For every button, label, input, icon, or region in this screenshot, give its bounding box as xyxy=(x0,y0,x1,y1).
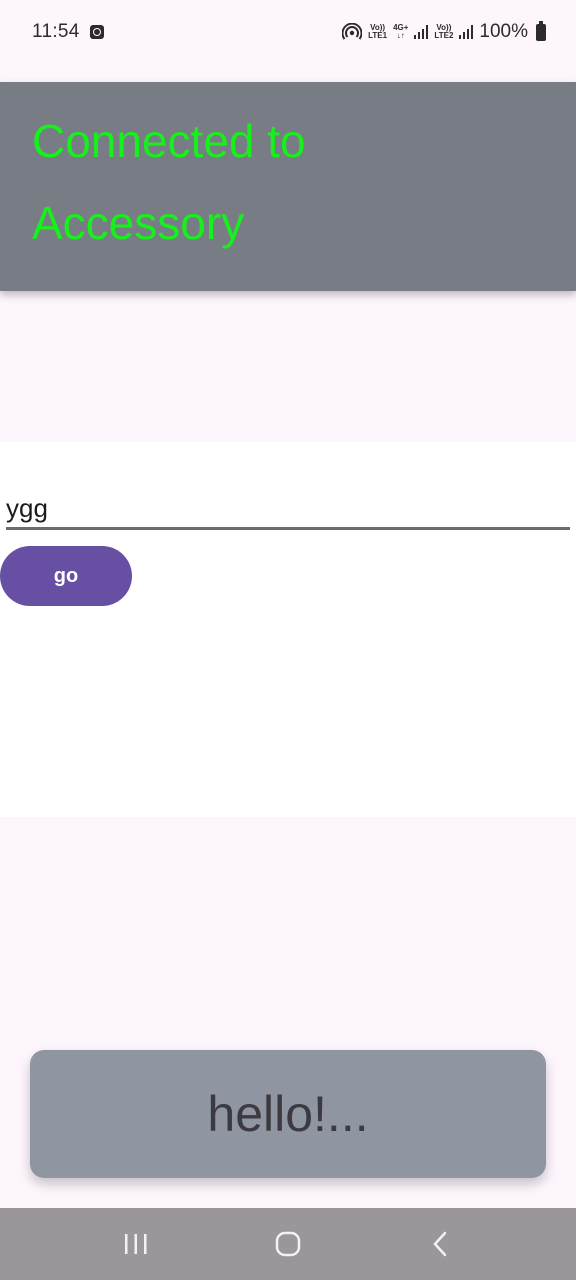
toast-message: hello!... xyxy=(30,1050,546,1178)
message-input[interactable]: ygg xyxy=(6,490,570,530)
net-type-text: 4G+ xyxy=(393,23,409,32)
lte1-text: LTE1 xyxy=(368,31,388,40)
signal-sim2-icon xyxy=(459,25,474,39)
go-button[interactable]: go xyxy=(0,546,132,606)
clock: 11:54 xyxy=(32,21,80,42)
volte-sim2-label: Vo)) LTE2 xyxy=(434,24,453,40)
status-left: 11:54 xyxy=(32,21,104,43)
volte-sim1-label: Vo)) LTE1 xyxy=(368,24,387,40)
home-button[interactable] xyxy=(258,1214,318,1274)
connection-banner: Connected to Accessory xyxy=(0,82,576,291)
screen-recorder-icon xyxy=(89,25,104,39)
signal-sim1-icon xyxy=(414,25,429,39)
hotspot-icon xyxy=(342,23,363,40)
recent-apps-icon xyxy=(125,1234,147,1254)
status-bar: 11:54 Vo)) LTE1 4G+ ↓↑ Vo)) LTE2 100% xyxy=(0,0,576,64)
connection-status-title: Connected to Accessory xyxy=(32,115,306,249)
recent-apps-button[interactable] xyxy=(106,1214,166,1274)
navigation-bar xyxy=(0,1208,576,1280)
battery-icon xyxy=(536,20,546,41)
status-right: Vo)) LTE1 4G+ ↓↑ Vo)) LTE2 100% xyxy=(342,20,546,43)
home-icon xyxy=(275,1231,301,1257)
battery-percent: 100% xyxy=(479,21,528,42)
lte2-text: LTE2 xyxy=(434,31,454,40)
back-icon xyxy=(433,1231,447,1257)
back-button[interactable] xyxy=(410,1214,470,1274)
app-screen: 11:54 Vo)) LTE1 4G+ ↓↑ Vo)) LTE2 100% Co… xyxy=(0,0,576,1280)
net-type-label: 4G+ ↓↑ xyxy=(393,23,409,40)
